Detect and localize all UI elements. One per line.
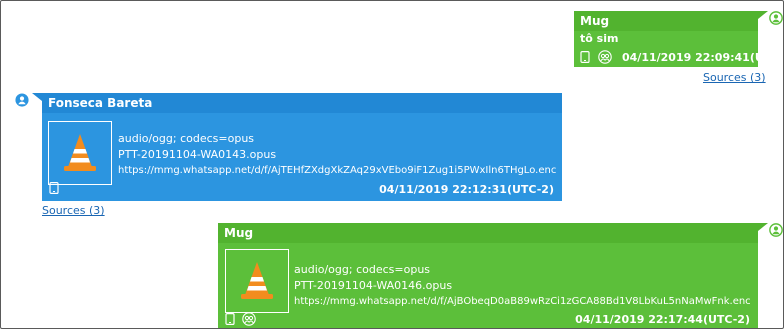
message-bubble: Mug tô sim 04/11/2019 22:09:41(UTC-2)	[574, 11, 783, 67]
sender-name: Mug	[574, 11, 758, 31]
attachment-url[interactable]: https://mmg.whatsapp.net/d/f/AjBObeqD0aB…	[294, 294, 751, 310]
attachment-mime: audio/ogg; codecs=opus	[118, 132, 255, 145]
user-avatar-icon	[15, 93, 29, 107]
audio-attachment-thumbnail[interactable]	[225, 249, 289, 313]
user-avatar-icon	[769, 11, 783, 25]
avatar	[767, 221, 783, 239]
bubble-tail	[32, 93, 42, 101]
phone-icon	[225, 313, 235, 328]
attachment-filename: PTT-20191104-WA0146.opus	[294, 279, 453, 292]
group-icon	[598, 50, 612, 67]
bubble-tail	[758, 223, 768, 231]
audio-attachment-thumbnail[interactable]	[48, 121, 112, 185]
message-bubble: Mug audio/ogg; codecs=opus PTT-20191104-…	[218, 223, 758, 328]
avatar	[767, 9, 783, 27]
attachment-mime: audio/ogg; codecs=opus	[294, 263, 431, 276]
sources-link[interactable]: Sources (3)	[703, 71, 766, 84]
sender-name: Mug	[218, 223, 758, 243]
phone-icon	[580, 51, 590, 66]
vlc-cone-icon	[241, 262, 273, 299]
attachment-filename: PTT-20191104-WA0143.opus	[118, 148, 277, 161]
attachment-url[interactable]: https://mmg.whatsapp.net/d/f/AjTEHfZXdgX…	[118, 163, 556, 179]
message-text: tô sim	[580, 32, 619, 45]
timestamp: 04/11/2019 22:09:41(UTC-2)	[622, 51, 784, 64]
vlc-cone-icon	[64, 134, 96, 171]
avatar	[13, 91, 31, 109]
chat-panel: Mug tô sim 04/11/2019 22:09:41(UTC-2) So…	[0, 0, 784, 329]
user-avatar-icon	[769, 223, 783, 237]
timestamp: 04/11/2019 22:17:44(UTC-2)	[575, 313, 750, 326]
bubble-tail	[758, 11, 768, 19]
group-icon	[242, 312, 256, 328]
message-bubble: Fonseca Bareta audio/ogg; codecs=opus PT…	[42, 93, 562, 201]
timestamp: 04/11/2019 22:12:31(UTC-2)	[379, 183, 554, 196]
sources-link[interactable]: Sources (3)	[42, 204, 105, 217]
phone-icon	[49, 182, 59, 197]
sender-name: Fonseca Bareta	[42, 93, 562, 113]
